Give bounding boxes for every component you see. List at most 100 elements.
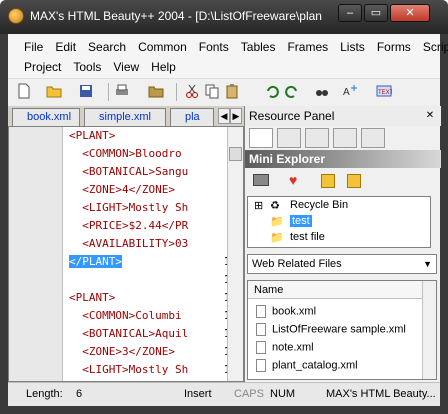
code-line: </PLANT> bbox=[69, 255, 122, 268]
resource-icon-tabs bbox=[245, 128, 441, 148]
menu-view[interactable]: View bbox=[107, 56, 145, 78]
open-folder-icon[interactable] bbox=[46, 83, 62, 99]
menu-row-1: File Edit Search Common Fonts Tables Fra… bbox=[18, 36, 448, 58]
code-line: <ZONE>3</ZONE> bbox=[69, 345, 175, 358]
toolbar: A TEXT bbox=[8, 78, 440, 104]
svg-text:A: A bbox=[343, 87, 350, 98]
file-filter-value: Web Related Files bbox=[252, 258, 342, 270]
editor-vertical-scrollbar[interactable] bbox=[227, 127, 243, 381]
code-line: <ZONE>4</ZONE> bbox=[69, 183, 175, 196]
redo-icon[interactable] bbox=[284, 83, 300, 99]
window-title: MAX's HTML Beauty++ 2004 - [D:\ListOfFre… bbox=[30, 9, 322, 23]
copy-files-icon[interactable] bbox=[321, 174, 335, 188]
folder-icon[interactable] bbox=[148, 83, 164, 99]
tree-item-recycle-bin[interactable]: Recycle Bin bbox=[290, 199, 348, 211]
resource-panel-title: Resource Panel bbox=[245, 106, 441, 126]
menu-frames[interactable]: Frames bbox=[281, 36, 334, 58]
new-file-icon[interactable] bbox=[16, 83, 32, 99]
code-line: <BOTANICAL>Sangu bbox=[69, 165, 189, 178]
title-bar[interactable]: MAX's HTML Beauty++ 2004 - [D:\ListOfFre… bbox=[0, 0, 448, 34]
tab-tools-icon[interactable] bbox=[277, 128, 301, 148]
code-line: <BOTANICAL>Aquil bbox=[69, 327, 189, 340]
close-button[interactable]: ✕ bbox=[390, 4, 430, 22]
tab-plant[interactable]: pla bbox=[170, 108, 214, 126]
menu-fonts[interactable]: Fonts bbox=[193, 36, 235, 58]
file-item[interactable]: ListOfFreeware sample.xml bbox=[256, 323, 406, 336]
code-line: <LIGHT>Mostly Sh bbox=[69, 201, 189, 214]
tree-expand-icon[interactable]: ⊞ bbox=[254, 199, 263, 212]
replace-icon[interactable]: A bbox=[342, 83, 358, 99]
text-format-icon[interactable]: TEXT bbox=[376, 83, 392, 99]
tab-colors-icon[interactable] bbox=[305, 128, 329, 148]
chevron-down-icon: ▼ bbox=[423, 259, 432, 269]
cut-icon[interactable] bbox=[184, 83, 200, 99]
code-line: <AVAILABILITY>03 bbox=[69, 237, 189, 250]
menu-script[interactable]: Script bbox=[417, 36, 448, 58]
tree-item-test-file[interactable]: test file bbox=[290, 231, 325, 243]
favorites-heart-icon[interactable]: ♥ bbox=[289, 172, 297, 188]
folder-icon: 📁 bbox=[270, 232, 284, 244]
file-item[interactable]: note.xml bbox=[256, 341, 314, 354]
tab-scroll-right-button[interactable]: ▶ bbox=[230, 108, 242, 124]
tab-scroll-left-button[interactable]: ◀ bbox=[218, 108, 230, 124]
file-filter-dropdown[interactable]: Web Related Files ▼ bbox=[247, 254, 437, 274]
menu-edit[interactable]: Edit bbox=[49, 36, 82, 58]
menu-lists[interactable]: Lists bbox=[334, 36, 371, 58]
scroll-thumb[interactable] bbox=[229, 147, 242, 161]
app-icon bbox=[8, 8, 24, 24]
tab-network-icon[interactable] bbox=[361, 128, 385, 148]
menu-help[interactable]: Help bbox=[145, 56, 182, 78]
code-line: <LIGHT>Mostly Sh bbox=[69, 363, 189, 376]
menu-project[interactable]: Project bbox=[18, 56, 67, 78]
menu-tables[interactable]: Tables bbox=[235, 36, 282, 58]
menu-common[interactable]: Common bbox=[132, 36, 193, 58]
code-editor[interactable]: 3<PLANT>4 <COMMON>Bloodro5 <BOTANICAL>Sa… bbox=[8, 126, 244, 382]
menu-row-2: Project Tools View Help bbox=[18, 56, 182, 78]
tab-book[interactable]: book.xml bbox=[12, 108, 80, 126]
copy-icon[interactable] bbox=[204, 83, 220, 99]
status-length-label: Length: bbox=[26, 388, 63, 400]
status-app: MAX's HTML Beauty... bbox=[326, 388, 436, 400]
file-list-header-name[interactable]: Name bbox=[248, 281, 422, 299]
file-icon bbox=[256, 341, 266, 354]
find-icon[interactable] bbox=[314, 83, 330, 99]
mini-explorer-toolbar: ♥ bbox=[249, 172, 437, 192]
status-length-value: 6 bbox=[76, 388, 83, 400]
file-list[interactable]: Name book.xml ListOfFreeware sample.xml … bbox=[247, 280, 437, 380]
document-tabs: book.xml simple.xml pla ◀ ▶ bbox=[8, 106, 244, 126]
file-item[interactable]: book.xml bbox=[256, 305, 316, 318]
tab-simple[interactable]: simple.xml bbox=[84, 108, 166, 126]
print-icon[interactable] bbox=[114, 83, 130, 99]
save-icon[interactable] bbox=[78, 83, 94, 99]
code-line: <PRICE>$2.44</PR bbox=[69, 219, 189, 232]
app-window: MAX's HTML Beauty++ 2004 - [D:\ListOfFre… bbox=[0, 0, 448, 414]
file-list-vertical-scrollbar[interactable] bbox=[422, 281, 436, 379]
file-icon bbox=[256, 359, 266, 372]
file-item[interactable]: plant_catalog.xml bbox=[256, 359, 358, 372]
toolbar-separator bbox=[108, 83, 109, 101]
code-line: <PLANT> bbox=[69, 129, 116, 142]
paste-icon[interactable] bbox=[224, 83, 240, 99]
tab-explorer-icon[interactable] bbox=[249, 128, 273, 148]
minimize-button[interactable]: – bbox=[338, 4, 362, 22]
menu-forms[interactable]: Forms bbox=[371, 36, 417, 58]
recycle-bin-icon: ♻ bbox=[270, 200, 280, 212]
undo-icon[interactable] bbox=[264, 83, 280, 99]
new-folder-icon[interactable] bbox=[347, 174, 361, 188]
folder-icon: 📁 bbox=[270, 216, 284, 228]
folder-tree[interactable]: ⊞ ♻ Recycle Bin 📁 test 📁 test file bbox=[247, 196, 431, 248]
tab-chart-icon[interactable] bbox=[333, 128, 357, 148]
menu-bar: File Edit Search Common Fonts Tables Fra… bbox=[8, 34, 448, 78]
tree-item-test[interactable]: test bbox=[290, 215, 312, 227]
menu-tools[interactable]: Tools bbox=[67, 56, 107, 78]
code-line: <COMMON>Bloodro bbox=[69, 147, 182, 160]
svg-text:TEXT: TEXT bbox=[378, 90, 392, 96]
drives-icon[interactable] bbox=[253, 174, 269, 186]
menu-search[interactable]: Search bbox=[82, 36, 132, 58]
status-insert: Insert bbox=[184, 388, 212, 400]
resource-panel-close-button[interactable]: ✕ bbox=[424, 110, 436, 122]
maximize-button[interactable]: ▭ bbox=[364, 4, 388, 22]
status-bar: Length: 6 Insert CAPS NUM MAX's HTML Bea… bbox=[8, 382, 440, 406]
menu-file[interactable]: File bbox=[18, 36, 49, 58]
code-line: <COMMON>Columbi bbox=[69, 309, 182, 322]
